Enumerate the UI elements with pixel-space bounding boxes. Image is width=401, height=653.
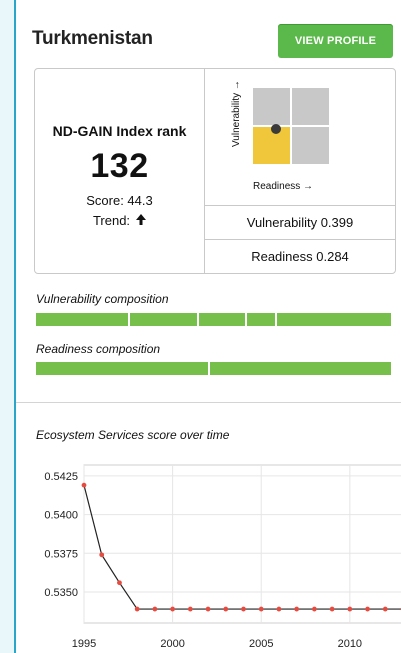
plot-frame — [83, 464, 401, 624]
vulnerability-composition-segment[interactable] — [247, 313, 278, 326]
section-divider — [16, 402, 401, 403]
rank-title: ND-GAIN Index rank — [52, 123, 187, 139]
x-tick-label: 2010 — [338, 638, 362, 650]
x-tick-label: 2000 — [160, 638, 184, 650]
profile-header: Turkmenistan VIEW PROFILE — [32, 24, 398, 64]
vulnerability-composition-segment[interactable] — [130, 313, 200, 326]
data-point — [276, 606, 282, 612]
matrix-quadrant-top-left — [253, 88, 290, 125]
vulnerability-composition-segment[interactable] — [199, 313, 248, 326]
country-position-dot — [271, 124, 281, 134]
y-tick-label: 0.5350 — [44, 587, 78, 599]
data-point — [382, 606, 388, 612]
data-point — [99, 552, 105, 558]
view-profile-button[interactable]: VIEW PROFILE — [278, 24, 393, 58]
x-tick-label: 1995 — [72, 638, 96, 650]
data-point — [170, 606, 176, 612]
vulnerability-composition-bar[interactable] — [36, 313, 391, 326]
country-name: Turkmenistan — [32, 28, 153, 49]
data-point — [117, 580, 122, 586]
vulnerability-composition-segment[interactable] — [36, 313, 131, 326]
data-point — [152, 606, 158, 612]
data-point — [258, 606, 264, 612]
data-point — [329, 606, 335, 612]
data-point — [311, 606, 317, 612]
trend-row: Trend: — [35, 213, 204, 228]
trend-label: Trend: — [92, 213, 131, 228]
data-point — [294, 606, 300, 612]
readiness-axis-label: Readiness → — [253, 181, 314, 192]
data-point — [187, 606, 193, 612]
x-tick-label: 2005 — [249, 638, 273, 650]
data-point — [134, 606, 140, 612]
country-profile-panel: Turkmenistan VIEW PROFILE ND-GAIN Index … — [14, 0, 401, 653]
vulnerability-composition-label: Vulnerability composition — [36, 292, 169, 306]
readiness-composition-label: Readiness composition — [36, 342, 161, 356]
data-point — [223, 606, 229, 612]
data-point — [365, 606, 370, 612]
y-tick-label: 0.5375 — [44, 548, 78, 560]
data-point — [347, 606, 353, 612]
matrix-quadrant-top-right — [292, 88, 329, 125]
readiness-composition-segment[interactable] — [36, 362, 210, 375]
matrix-grid — [253, 88, 329, 164]
readiness-composition-bar[interactable] — [36, 362, 391, 375]
gain-index-card: ND-GAIN Index rank 132 Score: 44.3 Trend… — [34, 68, 396, 274]
y-tick-label: 0.5425 — [44, 471, 78, 483]
score-text: Score: 44.3 — [86, 193, 153, 208]
vulnerability-composition-segment[interactable] — [277, 313, 391, 326]
rank-value: 132 — [90, 147, 149, 185]
data-point — [241, 606, 246, 612]
readiness-composition-segment[interactable] — [209, 362, 391, 375]
readiness-score: Readiness 0.284 — [251, 249, 349, 264]
y-tick-label: 0.5400 — [44, 510, 78, 522]
matrix-quadrant-bottom-left — [253, 127, 290, 164]
readiness-vulnerability-matrix: Vulnerability → Readiness → — [205, 69, 395, 206]
data-point — [81, 482, 87, 488]
vulnerability-score: Vulnerability 0.399 — [205, 206, 395, 240]
data-point — [205, 606, 211, 612]
ecosystem-services-chart: 0.5425 0.5400 0.5375 0.5350 1995 2000 2005 2010 — [44, 464, 401, 650]
arrow-up-icon — [136, 213, 147, 228]
matrix-quadrant-bottom-right — [292, 127, 329, 164]
chart-title: Ecosystem Services score over time — [36, 428, 230, 442]
series-line — [83, 484, 401, 610]
rank-section: ND-GAIN Index rank 132 Score: 44.3 Trend… — [35, 69, 205, 273]
